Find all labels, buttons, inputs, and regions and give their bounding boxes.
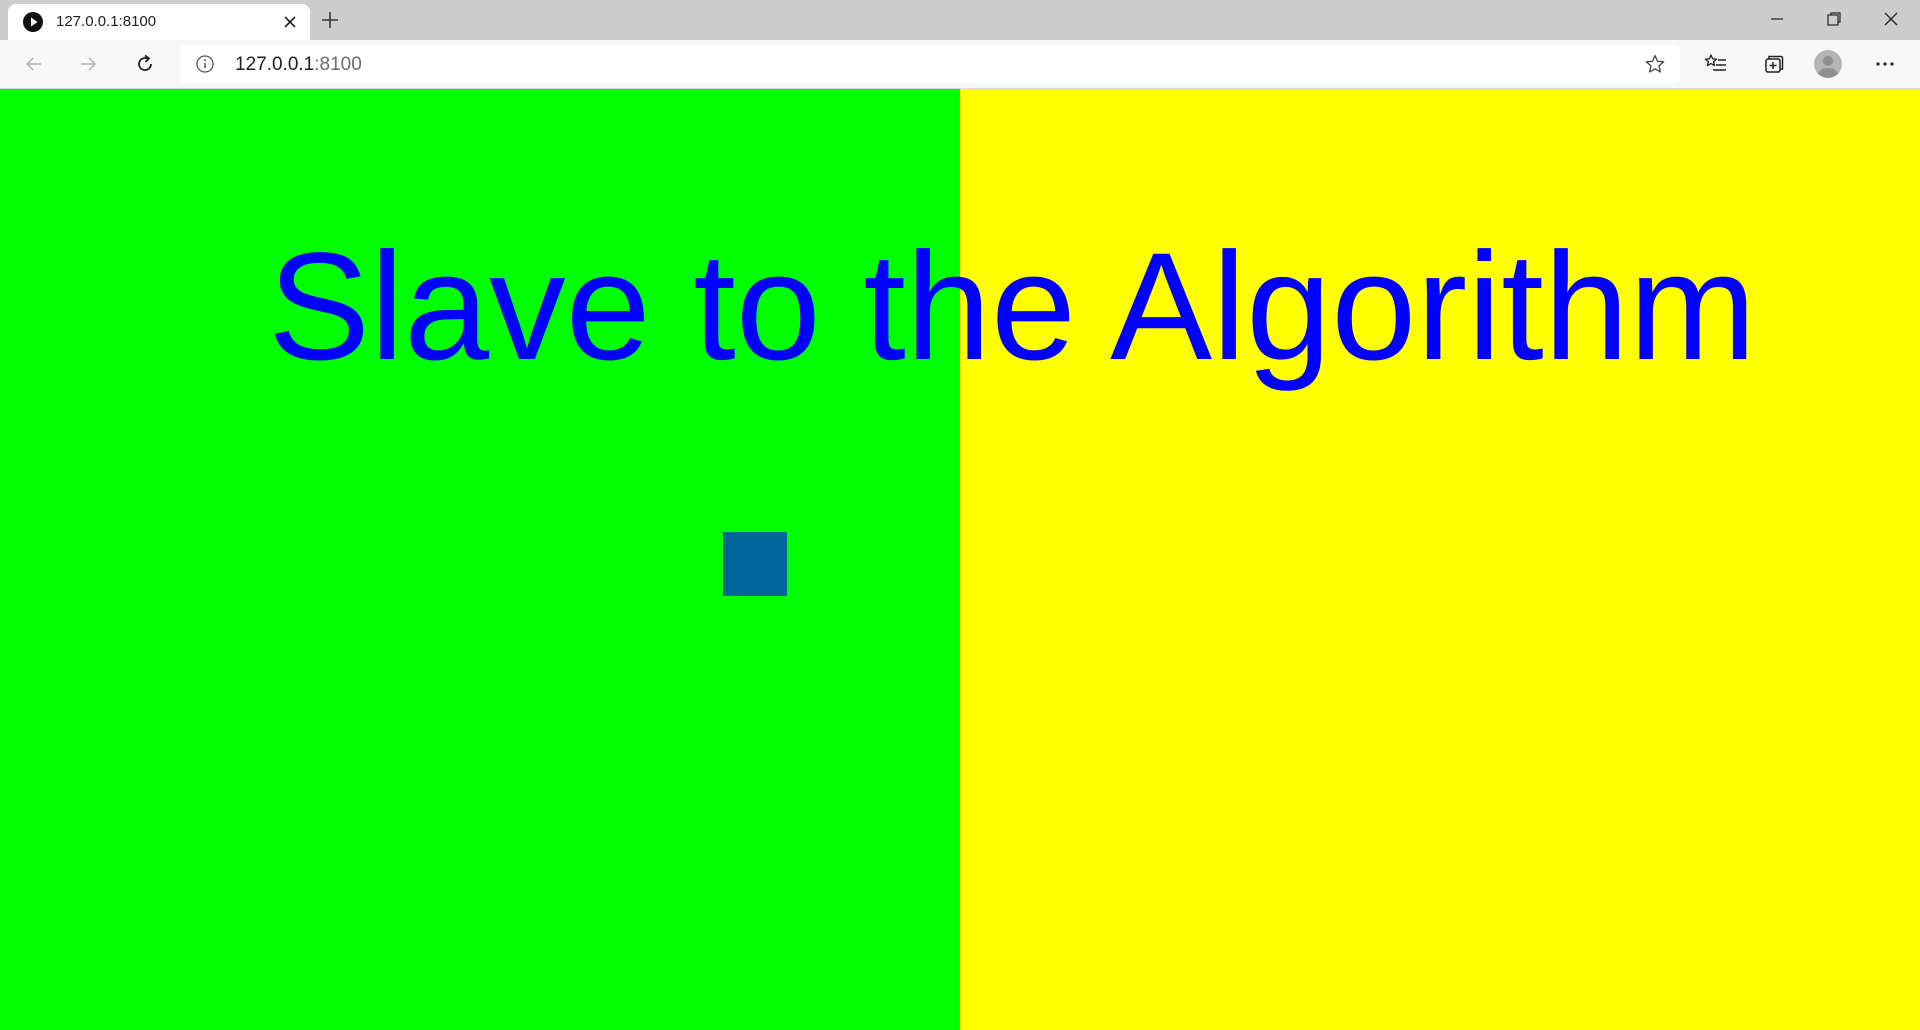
- url-host: 127.0.0.1: [235, 54, 315, 75]
- address-bar[interactable]: 127.0.0.1:8100: [180, 45, 1680, 83]
- page-title: Slave to the Algorithm: [268, 221, 1757, 392]
- close-tab-icon[interactable]: [280, 12, 300, 32]
- tab-active[interactable]: 127.0.0.1:8100: [8, 4, 310, 40]
- close-icon[interactable]: [1862, 0, 1920, 38]
- browser-window: 127.0.0.1:8100 127.0.0.1:8100 Slave to t…: [0, 0, 1920, 1030]
- profile-avatar-icon[interactable]: [1814, 50, 1842, 78]
- collections-icon[interactable]: [1757, 48, 1789, 80]
- star-icon[interactable]: [1644, 53, 1666, 75]
- restore-icon[interactable]: [1805, 0, 1863, 38]
- tab-title: 127.0.0.1:8100: [56, 13, 157, 30]
- url-port: :8100: [314, 54, 362, 75]
- play-icon: [23, 12, 43, 32]
- back-arrow-icon[interactable]: [18, 48, 50, 80]
- player-box: [723, 532, 787, 596]
- favorites-list-icon[interactable]: [1700, 48, 1732, 80]
- minimize-icon[interactable]: [1748, 0, 1806, 38]
- more-menu-icon[interactable]: [1869, 48, 1901, 80]
- refresh-icon[interactable]: [129, 48, 161, 80]
- plus-icon[interactable]: [318, 8, 342, 32]
- tab-strip: 127.0.0.1:8100: [0, 0, 1920, 40]
- page-viewport: Slave to the Algorithm: [0, 89, 1920, 1030]
- forward-arrow-icon[interactable]: [72, 48, 104, 80]
- browser-toolbar: 127.0.0.1:8100: [0, 40, 1920, 89]
- info-icon[interactable]: [195, 54, 215, 74]
- url-text: 127.0.0.1:8100: [235, 54, 362, 76]
